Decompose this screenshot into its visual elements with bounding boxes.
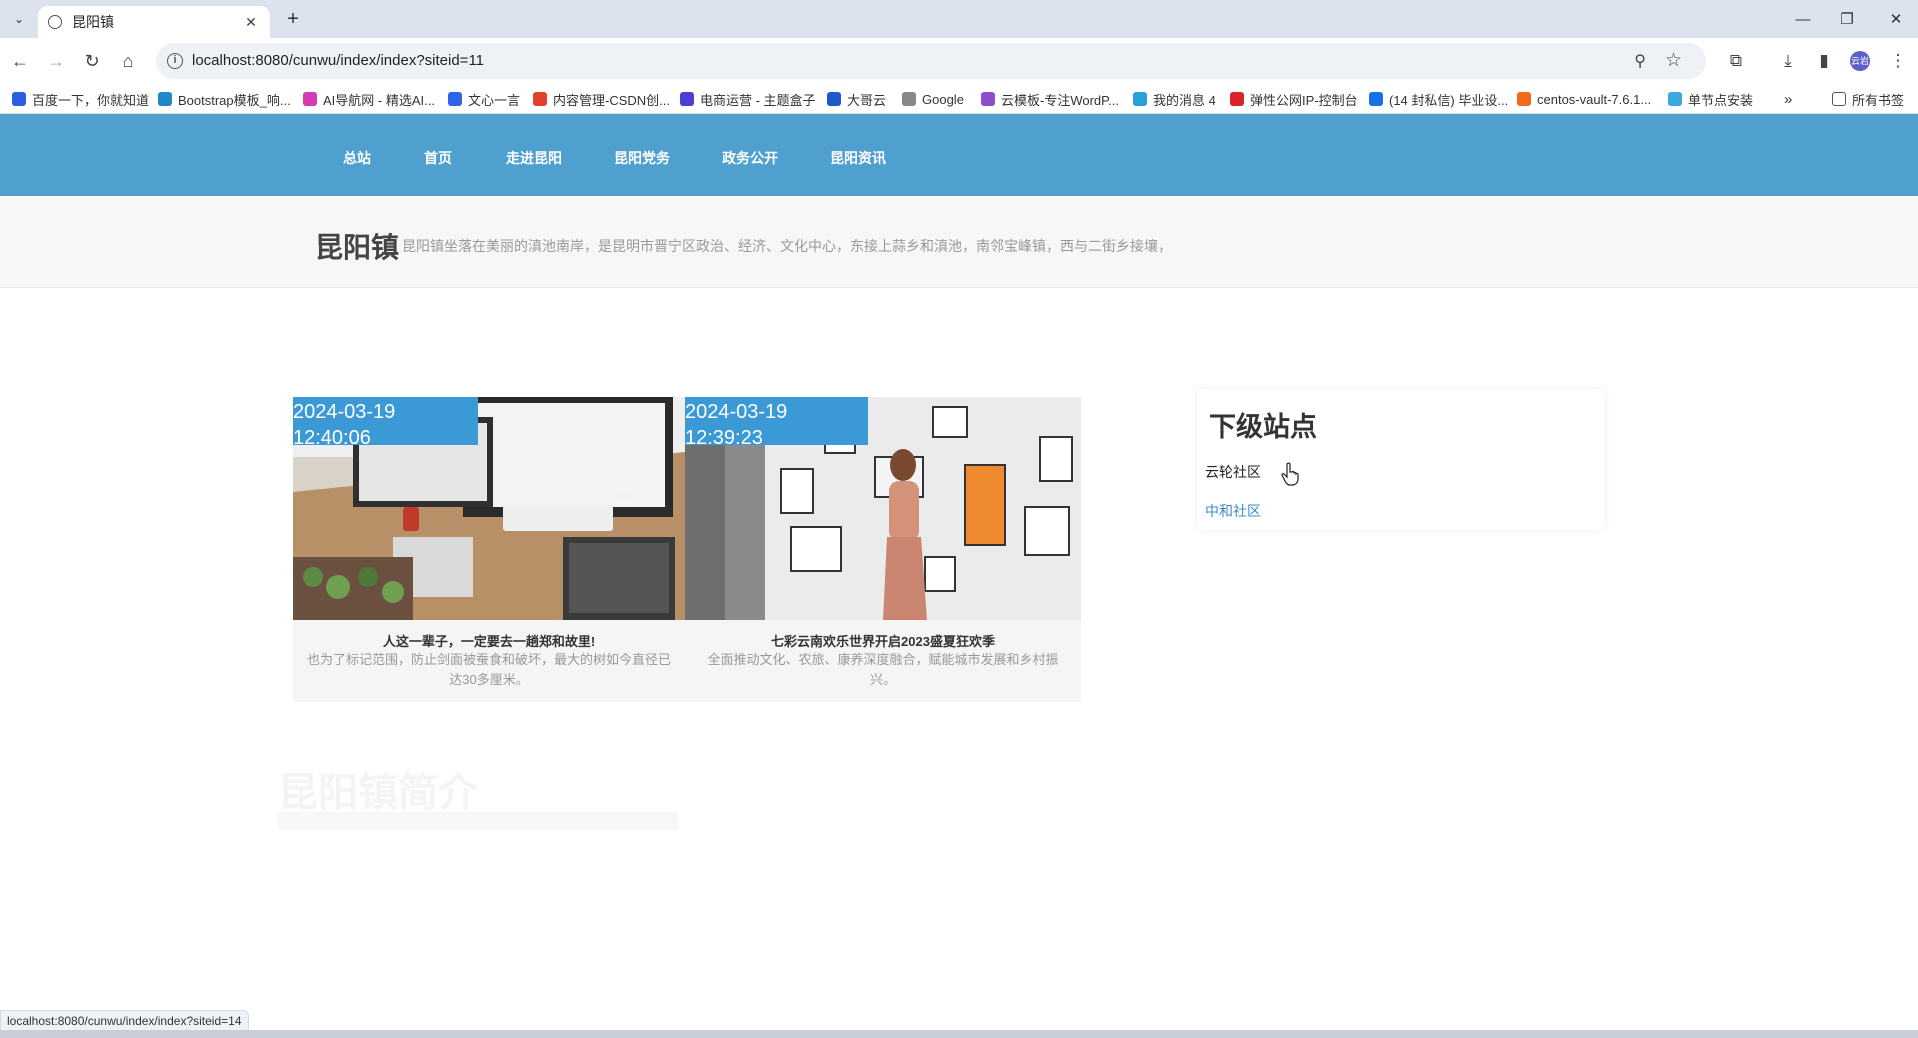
dagecloud-icon [827,92,841,106]
tab-title: 昆阳镇 [72,14,114,30]
bookmark-item[interactable]: 云模板-专注WordP... [981,90,1119,108]
news-summary: 全面推动文化、农旅、康养深度融合，赋能城市发展和乡村振兴。 [707,652,1059,687]
faded-text-line [278,812,678,830]
profile-avatar[interactable]: 云岩 [1850,51,1870,71]
news-timestamp: 2024-03-19 12:39:23 [685,397,868,449]
zhihu-icon [1369,92,1383,106]
bookmark-item[interactable]: 弹性公网IP-控制台 [1230,90,1358,108]
bookmark-item[interactable]: Google [902,90,964,108]
news-summary: 也为了标记范围，防止剑面被蚕食和破坏，最大的树如今直径已达30多厘米。 [306,652,671,687]
bookmark-item[interactable]: 百度一下，你就知道 [12,90,149,108]
nav-link-main-site[interactable]: 总站 [343,148,371,168]
site-info-icon[interactable]: i [167,53,183,69]
extensions-icon[interactable]: ⧉ [1722,47,1750,75]
bookmark-item[interactable]: 内容管理-CSDN创... [533,90,670,108]
paw-icon [12,92,26,106]
bookmark-item[interactable]: centos-vault-7.6.1... [1517,90,1651,108]
browser-tab[interactable]: 昆阳镇 ✕ [38,6,270,38]
sub-sites-panel: 下级站点 云轮社区 中和社区 [1197,389,1605,530]
site-nav-bar: 总站 首页 走进昆阳 昆阳党务 政务公开 昆阳资讯 [0,114,1918,196]
forward-icon[interactable]: → [42,47,70,75]
bookmark-item[interactable]: 单节点安装 [1668,90,1753,108]
faded-section-heading: 昆阳镇简介 [278,771,478,815]
wenxin-icon [448,92,462,106]
menu-icon[interactable]: ⋮ [1884,47,1912,75]
side-panel-icon[interactable]: ▮ [1810,47,1838,75]
nav-link-home[interactable]: 首页 [424,148,452,168]
bookmark-item[interactable]: 电商运营 - 主题盒子 [680,90,816,108]
more-bookmarks-icon[interactable]: » [1784,90,1792,108]
globe-icon [48,15,62,29]
site-name: 昆阳镇 [315,232,400,263]
theme-box-icon [680,92,694,106]
news-title[interactable]: 七彩云南欢乐世界开启2023盛夏狂欢季 [685,631,1081,650]
csdn-icon [533,92,547,106]
huawei-icon [1230,92,1244,106]
home-icon[interactable]: ⌂ [114,47,142,75]
window-close-icon[interactable]: ✕ [1874,0,1918,38]
news-timestamp: 2024-03-19 12:40:06 [293,397,478,449]
nav-link-news[interactable]: 昆阳资讯 [830,148,886,168]
close-icon[interactable]: ✕ [242,14,260,31]
bookmark-item[interactable]: (14 封私信) 毕业设... [1369,90,1508,108]
news-title[interactable]: 人这一辈子，一定要去一趟郑和故里! [293,631,685,650]
layers-icon [1668,92,1682,106]
browser-toolbar: ← → ↻ ⌂ i localhost:8080/cunwu/index/ind… [0,38,1918,84]
bootstrap-icon [158,92,172,106]
sub-sites-heading: 下级站点 [1209,412,1317,442]
bilibili-icon [1133,92,1147,106]
news-card[interactable]: 2024-03-19 12:40:06 人这一辈子，一定要去一趟郑和故里! 也为… [293,397,685,702]
bookmark-item[interactable]: 大哥云 [827,90,886,108]
nav-link-party-affairs[interactable]: 昆阳党务 [614,148,670,168]
address-bar[interactable]: i localhost:8080/cunwu/index/index?sitei… [156,43,1706,79]
url-text[interactable]: localhost:8080/cunwu/index/index?siteid=… [192,52,484,69]
hand-cursor-icon [1281,462,1299,486]
folder-icon [1832,92,1846,106]
news-photo-gallery[interactable]: 2024-03-19 12:39:23 [685,397,1081,620]
aliyun-icon [1517,92,1531,106]
nav-link-about[interactable]: 走进昆阳 [506,148,562,168]
taskbar-strip [0,1030,1918,1038]
google-icon [902,92,916,106]
nav-link-government[interactable]: 政务公开 [722,148,778,168]
browser-tab-bar: ⌄ 昆阳镇 ✕ + — ❐ ✕ [0,0,1918,38]
news-card[interactable]: 2024-03-19 12:39:23 七彩云南欢乐世界开启2023盛夏狂欢季 … [685,397,1081,702]
zoom-icon[interactable]: ⚲ [1634,51,1646,71]
bookmark-item[interactable]: 文心一言 [448,90,520,108]
status-url-bar: localhost:8080/cunwu/index/index?siteid=… [0,1010,249,1032]
minimize-icon[interactable]: — [1781,0,1825,38]
bookmark-item[interactable]: 我的消息 4 [1133,90,1216,108]
download-icon[interactable]: ⤓ [1774,47,1802,75]
reload-icon[interactable]: ↻ [78,47,106,75]
all-bookmarks-folder[interactable]: 所有书签 [1832,90,1904,108]
bookmark-item[interactable]: Bootstrap模板_响... [158,90,291,108]
new-tab-icon[interactable]: + [280,7,306,33]
cloud-template-icon [981,92,995,106]
site-banner: 昆阳镇 昆阳镇坐落在美丽的滇池南岸，是昆明市晋宁区政治、经济、文化中心，东接上蒜… [0,196,1918,288]
news-photo-desk[interactable]: 2024-03-19 12:40:06 [293,397,685,620]
restore-icon[interactable]: ❐ [1825,0,1869,38]
bookmark-star-icon[interactable]: ☆ [1665,49,1682,72]
site-description: 昆阳镇坐落在美丽的滇池南岸，是昆明市晋宁区政治、经济、文化中心，东接上蒜乡和滇池… [402,238,1172,254]
sub-site-link[interactable]: 云轮社区 [1205,462,1261,482]
ai-nav-icon [303,92,317,106]
tab-search-icon[interactable]: ⌄ [8,8,30,30]
sub-site-link[interactable]: 中和社区 [1205,501,1261,521]
bookmarks-bar: 百度一下，你就知道 Bootstrap模板_响... AI导航网 - 精选AI.… [0,84,1918,114]
bookmark-item[interactable]: AI导航网 - 精选AI... [303,90,435,108]
back-icon[interactable]: ← [6,47,34,75]
